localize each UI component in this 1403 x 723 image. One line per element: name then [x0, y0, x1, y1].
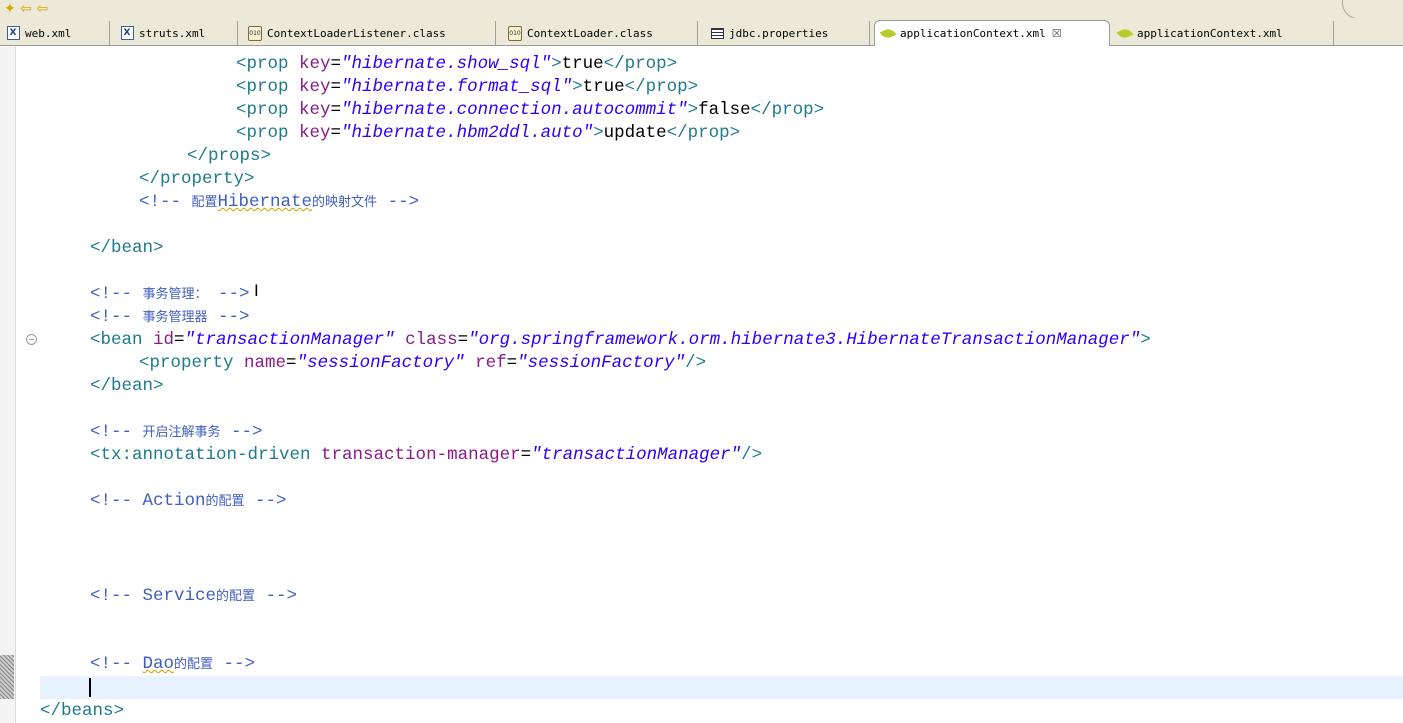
tab-struts-xml[interactable]: X struts.xml — [114, 21, 238, 45]
comment-line: <!-- Service的配置 --> — [90, 586, 298, 606]
tab-label: jdbc.properties — [729, 26, 829, 40]
properties-file-icon — [710, 26, 724, 40]
tab-label: struts.xml — [139, 26, 206, 40]
tab-label: ContextLoaderListener.class — [267, 26, 446, 40]
fold-toggle-icon[interactable]: − — [26, 334, 37, 345]
comment-line: <!-- Action的配置 --> — [90, 491, 287, 511]
toolbar-nav-icons[interactable]: ✦ ⇦ ⇦ — [4, 2, 48, 16]
tab-applicationcontext-xml-active[interactable]: applicationContext.xml ☒ — [874, 20, 1110, 46]
code-line: <prop key="hibernate.show_sql">true</pro… — [236, 54, 678, 74]
tab-contextloaderlistener-class[interactable]: 010 ContextLoaderListener.class — [242, 21, 496, 45]
text-caret — [89, 678, 91, 697]
xml-file-icon: X — [6, 26, 20, 40]
tab-jdbc-properties[interactable]: jdbc.properties — [704, 21, 870, 45]
xml-editor[interactable]: − <prop key="hibernate.show_sql">true</p… — [0, 47, 1403, 723]
tab-contextloader-class[interactable]: 010 ContextLoader.class — [502, 21, 698, 45]
tab-label: web.xml — [25, 26, 72, 40]
comment-line: <!-- 事务管理： --> — [90, 284, 250, 304]
tab-label: applicationContext.xml — [1137, 26, 1283, 40]
code-line: <prop key="hibernate.hbm2ddl.auto">updat… — [236, 123, 741, 143]
vertical-ruler — [0, 47, 16, 723]
toolbar-edge — [1342, 0, 1403, 19]
code-line: </props> — [187, 146, 272, 166]
spring-leaf-icon — [1116, 25, 1134, 41]
code-line: </property> — [139, 169, 255, 189]
code-line: </bean> — [90, 376, 164, 396]
close-tab-icon[interactable]: ☒ — [1052, 27, 1062, 40]
class-file-icon: 010 — [508, 25, 522, 41]
comment-line: <!-- Dao的配置 --> — [90, 654, 256, 674]
code-line: </bean> — [90, 238, 164, 258]
current-line-highlight — [40, 676, 1403, 699]
code-line: <tx:annotation-driven transaction-manage… — [90, 445, 763, 465]
code-line: <property name="sessionFactory" ref="ses… — [139, 353, 707, 373]
code-line: <prop key="hibernate.format_sql">true</p… — [236, 77, 699, 97]
spring-leaf-icon — [879, 26, 897, 41]
tab-label: ContextLoader.class — [527, 26, 653, 40]
class-file-icon: 010 — [248, 25, 262, 41]
tab-applicationcontext-xml[interactable]: applicationContext.xml — [1112, 21, 1334, 45]
code-line: <bean id="transactionManager" class="org… — [90, 330, 1151, 350]
code-line: <prop key="hibernate.connection.autocomm… — [236, 100, 825, 120]
editor-tab-bar: X web.xml X struts.xml 010 ContextLoader… — [0, 18, 1403, 46]
xml-file-icon: X — [120, 26, 134, 40]
tab-web-xml[interactable]: X web.xml — [0, 21, 110, 45]
code-line: </beans> — [40, 701, 125, 721]
comment-line: <!-- 开启注解事务 --> — [90, 422, 263, 442]
comment-line: <!-- 配置Hibernate的映射文件 --> — [139, 192, 420, 212]
main-toolbar: ✦ ⇦ ⇦ — [0, 0, 1403, 19]
tab-label: applicationContext.xml — [900, 27, 1046, 40]
overview-marker — [0, 655, 14, 699]
mouse-ibeam-cursor-icon: Ι — [254, 281, 259, 300]
comment-line: <!-- 事务管理器 --> — [90, 307, 250, 327]
